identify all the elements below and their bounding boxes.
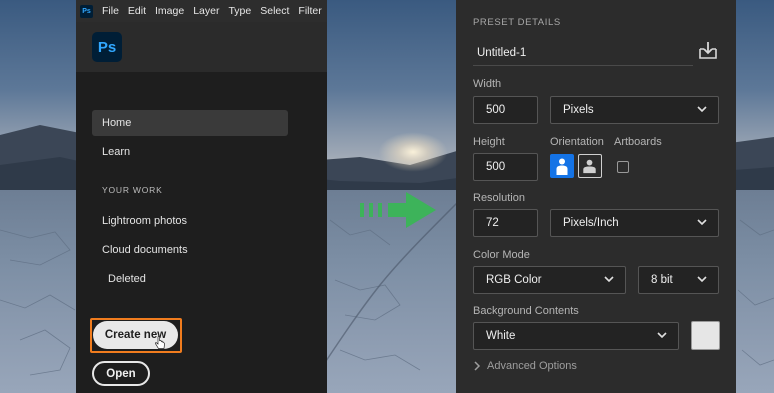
preset-details-header: PRESET DETAILS bbox=[473, 17, 561, 28]
background-color-swatch[interactable] bbox=[691, 321, 720, 350]
photoshop-logo: Ps bbox=[92, 32, 122, 62]
landscape-orientation-button[interactable] bbox=[578, 154, 602, 178]
save-preset-icon[interactable] bbox=[698, 40, 718, 60]
chevron-right-icon bbox=[474, 361, 481, 371]
menu-edit[interactable]: Edit bbox=[128, 5, 146, 17]
artboards-checkbox[interactable] bbox=[617, 161, 629, 173]
nav-learn[interactable]: Learn bbox=[92, 139, 288, 165]
section-label-your-work: YOUR WORK bbox=[102, 185, 163, 195]
advanced-options-label: Advanced Options bbox=[487, 360, 577, 372]
menu-file[interactable]: File bbox=[102, 5, 119, 17]
document-title-input[interactable]: Untitled-1 bbox=[473, 40, 693, 66]
width-unit-value: Pixels bbox=[563, 104, 594, 116]
height-label: Height bbox=[473, 136, 505, 148]
chevron-down-icon bbox=[604, 276, 614, 283]
advanced-options-toggle[interactable]: Advanced Options bbox=[473, 360, 577, 372]
resolution-unit-value: Pixels/Inch bbox=[563, 217, 619, 229]
width-input[interactable]: 500 bbox=[473, 96, 538, 124]
width-label: Width bbox=[473, 78, 502, 90]
nav-deleted[interactable]: Deleted bbox=[92, 266, 288, 292]
menu-filter[interactable]: Filter bbox=[298, 5, 321, 17]
chevron-down-icon bbox=[697, 276, 707, 283]
app-menubar: Ps File Edit Image Layer Type Select Fil… bbox=[76, 0, 327, 22]
menu-layer[interactable]: Layer bbox=[193, 5, 219, 17]
color-mode-value: RGB Color bbox=[486, 274, 542, 286]
bit-depth-value: 8 bit bbox=[651, 274, 673, 286]
color-mode-select[interactable]: RGB Color bbox=[473, 266, 626, 294]
nav-cloud-documents[interactable]: Cloud documents bbox=[92, 237, 288, 263]
background-contents-label: Background Contents bbox=[473, 305, 579, 317]
resolution-unit-select[interactable]: Pixels/Inch bbox=[550, 209, 719, 237]
menu-type[interactable]: Type bbox=[228, 5, 251, 17]
resolution-label: Resolution bbox=[473, 192, 525, 204]
ps-app-icon: Ps bbox=[80, 4, 93, 18]
orientation-label: Orientation bbox=[550, 136, 604, 148]
bit-depth-select[interactable]: 8 bit bbox=[638, 266, 719, 294]
chevron-down-icon bbox=[697, 106, 707, 113]
open-button[interactable]: Open bbox=[92, 361, 150, 386]
preset-details-panel: PRESET DETAILS Untitled-1 Width 500 Pixe… bbox=[456, 0, 736, 393]
chevron-down-icon bbox=[657, 332, 667, 339]
artboards-label: Artboards bbox=[614, 136, 662, 148]
home-header: Ps bbox=[76, 22, 327, 72]
arrow-right-icon bbox=[360, 192, 436, 228]
resolution-input[interactable]: 72 bbox=[473, 209, 538, 237]
sun-glow bbox=[378, 132, 448, 172]
portrait-orientation-button[interactable] bbox=[550, 154, 574, 178]
chevron-down-icon bbox=[697, 219, 707, 226]
menu-select[interactable]: Select bbox=[260, 5, 289, 17]
pointer-cursor-icon bbox=[154, 336, 165, 349]
color-mode-label: Color Mode bbox=[473, 249, 530, 261]
nav-home[interactable]: Home bbox=[92, 110, 288, 136]
menu-image[interactable]: Image bbox=[155, 5, 184, 17]
width-unit-select[interactable]: Pixels bbox=[550, 96, 719, 124]
portrait-orientation-icon bbox=[556, 158, 568, 175]
height-input[interactable]: 500 bbox=[473, 153, 538, 181]
landscape-orientation-icon bbox=[583, 159, 596, 174]
nav-lightroom-photos[interactable]: Lightroom photos bbox=[92, 208, 288, 234]
background-contents-select[interactable]: White bbox=[473, 322, 679, 350]
background-contents-value: White bbox=[486, 330, 516, 342]
